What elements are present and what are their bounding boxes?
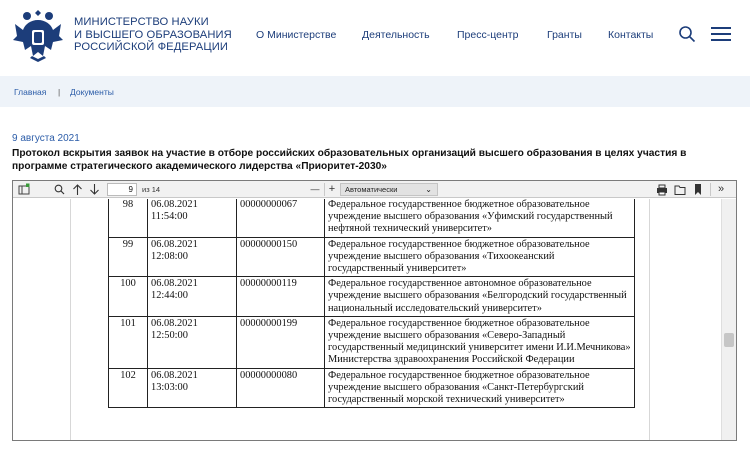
row-number-cell: 102	[108, 367, 148, 409]
row-time: 12:50:00	[151, 330, 188, 342]
row-organization-cell: Федеральное государственное бюджетное об…	[324, 367, 635, 409]
row-time: 11:54:00	[151, 211, 188, 223]
zoom-out-button[interactable]: —	[309, 183, 321, 196]
nav-item-about[interactable]: О Министерстве	[256, 29, 336, 41]
table-row: 99 06.08.2021 12:08:00 00000000150 Федеральн…	[108, 236, 635, 278]
page-total-label: из 14	[142, 185, 161, 194]
ministry-name-line1: МИНИСТЕРСТВО НАУКИ	[74, 16, 209, 28]
table-row: 100 06.08.2021 12:44:00 00000000119 Федераль…	[108, 276, 635, 317]
row-code-cell: 00000000150	[236, 236, 325, 278]
nav-item-press[interactable]: Пресс-центр	[457, 29, 518, 41]
row-datetime-cell: 06.08.2021 12:50:00	[147, 315, 237, 369]
nav-item-activity[interactable]: Деятельность	[362, 29, 430, 41]
row-date: 06.08.2021	[151, 238, 198, 250]
row-number-cell: 100	[108, 276, 148, 317]
table-row: 102 06.08.2021 13:03:00 00000000080 Федераль…	[108, 367, 635, 409]
arrow-down-icon[interactable]	[89, 183, 100, 196]
main-nav: О Министерстве Деятельность Пресс-центр …	[0, 29, 750, 43]
search-icon[interactable]	[678, 25, 696, 43]
open-file-icon[interactable]	[674, 183, 686, 196]
protocol-table: 98 06.08.2021 11:54:00 00000000067 Федеральн…	[108, 199, 635, 409]
row-date: 06.08.2021	[151, 369, 198, 381]
chevron-down-icon: ⌄	[425, 185, 432, 194]
zoom-in-button[interactable]: +	[326, 183, 338, 196]
row-datetime-cell: 06.08.2021 12:08:00	[147, 236, 237, 278]
pdf-page: 98 06.08.2021 11:54:00 00000000067 Федеральн…	[70, 199, 650, 440]
row-time: 12:08:00	[151, 250, 188, 262]
row-datetime-cell: 06.08.2021 13:03:00	[147, 367, 237, 409]
zoom-select-value: Автоматически	[345, 185, 398, 194]
row-number-cell: 98	[108, 199, 148, 238]
table-row: 98 06.08.2021 11:54:00 00000000067 Федеральн…	[108, 199, 635, 238]
row-datetime-cell: 06.08.2021 12:44:00	[147, 276, 237, 317]
row-number-cell: 99	[108, 236, 148, 278]
nav-item-contacts[interactable]: Контакты	[608, 29, 653, 41]
row-organization-cell: Федеральное государственное бюджетное об…	[324, 236, 635, 278]
row-date: 06.08.2021	[151, 317, 198, 329]
sidebar-toggle-icon[interactable]	[18, 183, 30, 196]
pdf-viewer[interactable]: 9 из 14 — + Автоматически ⌄ » 98 06.08.20…	[12, 180, 737, 441]
nav-item-grants[interactable]: Гранты	[547, 29, 582, 41]
row-code-cell: 00000000199	[236, 315, 325, 369]
row-datetime-cell: 06.08.2021 11:54:00	[147, 199, 237, 238]
row-code-cell: 00000000067	[236, 199, 325, 238]
zoom-select[interactable]: Автоматически ⌄	[340, 183, 438, 196]
breadcrumb: Главная | Документы	[0, 76, 750, 107]
row-code-cell: 00000000119	[236, 276, 325, 317]
pdf-scrollbar[interactable]	[721, 199, 736, 440]
tools-icon[interactable]: »	[714, 183, 728, 196]
row-code-cell: 00000000080	[236, 367, 325, 409]
row-organization-cell: Федеральное государственное бюджетное об…	[324, 315, 635, 369]
breadcrumb-separator: |	[58, 87, 61, 97]
row-date: 06.08.2021	[151, 278, 198, 290]
row-date: 06.08.2021	[151, 199, 198, 210]
page-number-input[interactable]: 9	[107, 183, 137, 196]
arrow-up-icon[interactable]	[72, 183, 83, 196]
row-organization-cell: Федеральное государственное автономное о…	[324, 276, 635, 317]
site-header: МИНИСТЕРСТВО НАУКИ И ВЫСШЕГО ОБРАЗОВАНИЯ…	[0, 0, 750, 76]
row-time: 13:03:00	[151, 381, 188, 393]
table-row: 101 06.08.2021 12:50:00 00000000199 Федераль…	[108, 315, 635, 369]
row-time: 12:44:00	[151, 290, 188, 302]
menu-icon[interactable]	[711, 27, 731, 42]
publication-date: 9 августа 2021	[12, 133, 80, 144]
row-organization-cell: Федеральное государственное бюджетное об…	[324, 199, 635, 238]
bookmark-icon[interactable]	[693, 183, 703, 196]
breadcrumb-home[interactable]: Главная	[14, 87, 46, 97]
toolbar-divider	[324, 183, 325, 196]
print-icon[interactable]	[656, 183, 668, 196]
pdf-toolbar: 9 из 14 — + Автоматически ⌄ »	[13, 181, 736, 198]
scrollbar-thumb[interactable]	[724, 333, 734, 347]
page-title: Протокол вскрытия заявок на участие в от…	[12, 148, 687, 172]
pdf-document-area[interactable]: 98 06.08.2021 11:54:00 00000000067 Федеральн…	[13, 199, 736, 440]
toolbar-divider	[710, 183, 711, 196]
row-number-cell: 101	[108, 315, 148, 369]
breadcrumb-current[interactable]: Документы	[70, 87, 114, 97]
search-icon[interactable]	[54, 183, 65, 196]
